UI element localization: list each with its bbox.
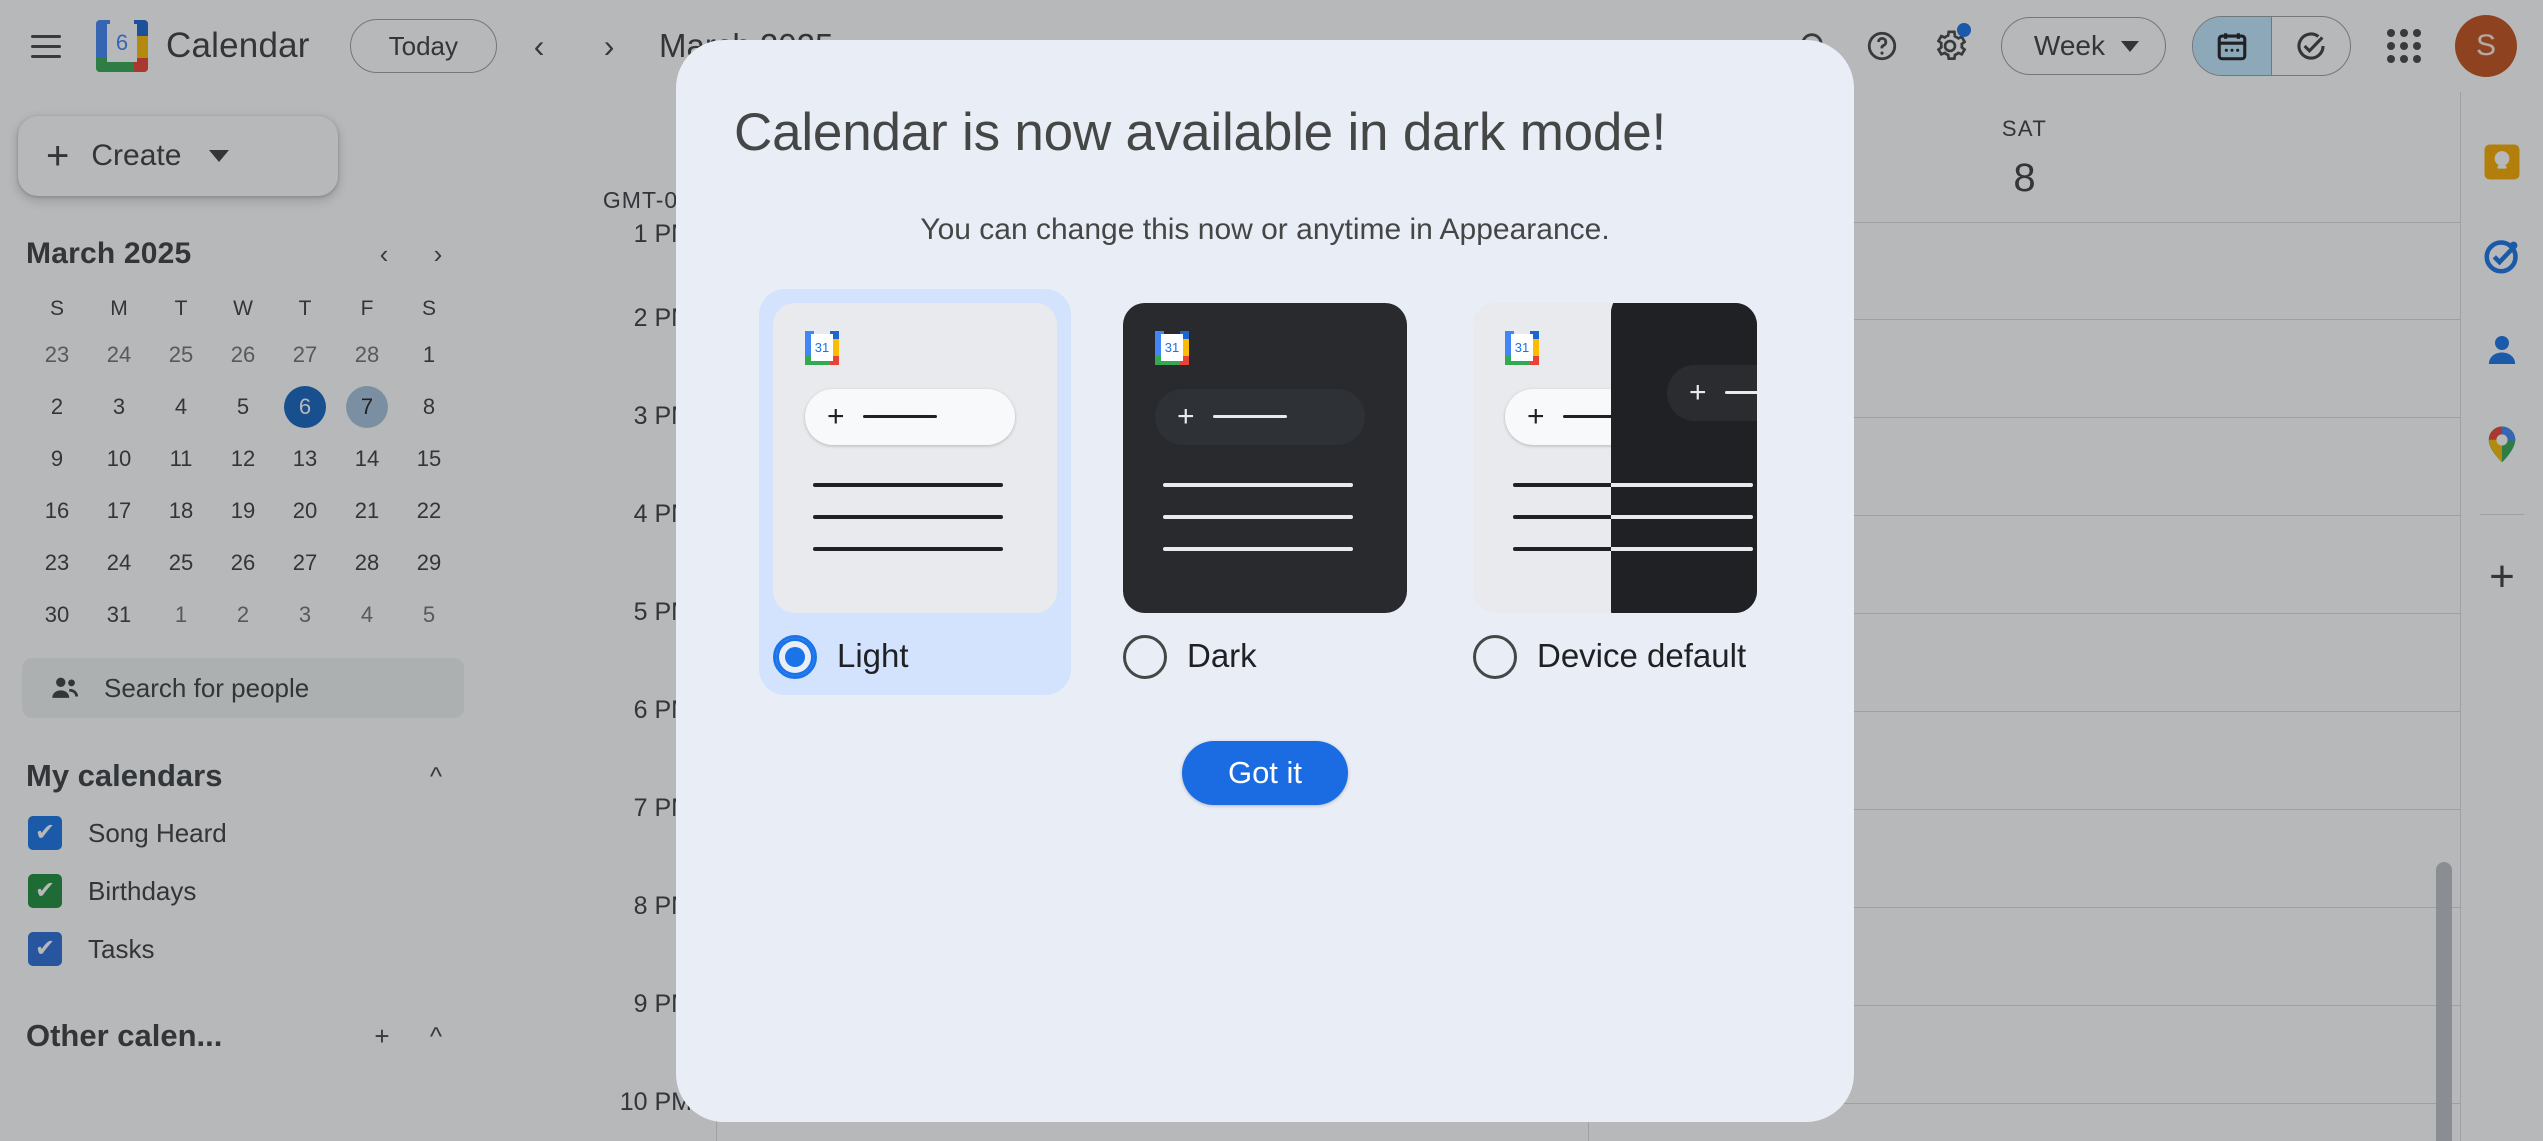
theme-option-dark-label: Dark	[1187, 637, 1257, 675]
dark-mode-announcement-dialog: Calendar is now available in dark mode! …	[676, 40, 1854, 1122]
theme-option-device-default[interactable]: 31 + + Device default	[1459, 289, 1771, 695]
theme-option-dark[interactable]: 31 + Dark	[1109, 289, 1421, 695]
dialog-title: Calendar is now available in dark mode!	[734, 103, 1666, 162]
preview-content-lines	[1163, 482, 1353, 579]
theme-option-light[interactable]: 31 + Light	[759, 288, 1071, 695]
radio-device-default[interactable]	[1473, 634, 1517, 679]
theme-option-light-label-row: Light	[773, 634, 1057, 679]
theme-preview-device-default: 31 + +	[1473, 302, 1757, 613]
theme-option-device-default-label: Device default	[1537, 637, 1747, 675]
radio-dark[interactable]	[1123, 634, 1167, 679]
theme-options: 31 + Light 31 + Dark 31 + + Device defau…	[734, 288, 1796, 695]
theme-option-device-default-label-row: Device default	[1473, 634, 1757, 679]
dialog-subtitle: You can change this now or anytime in Ap…	[920, 212, 1610, 246]
dialog-footer: Got it	[734, 740, 1796, 805]
preview-calendar-logo-icon: 31	[805, 330, 839, 365]
preview-content-lines	[813, 482, 1003, 579]
theme-option-light-label: Light	[837, 637, 909, 675]
preview-create-button: +	[805, 388, 1015, 445]
got-it-button[interactable]: Got it	[1181, 740, 1349, 805]
theme-preview-dark: 31 +	[1123, 302, 1407, 613]
radio-light[interactable]	[773, 634, 817, 679]
preview-create-button: +	[1155, 388, 1365, 445]
theme-preview-light: 31 +	[773, 302, 1057, 613]
preview-calendar-logo-icon: 31	[1505, 330, 1539, 365]
theme-option-dark-label-row: Dark	[1123, 634, 1407, 679]
preview-calendar-logo-icon: 31	[1155, 330, 1189, 365]
screen: 6 Calendar Today ‹ › March 2025 Week	[0, 0, 2543, 1141]
